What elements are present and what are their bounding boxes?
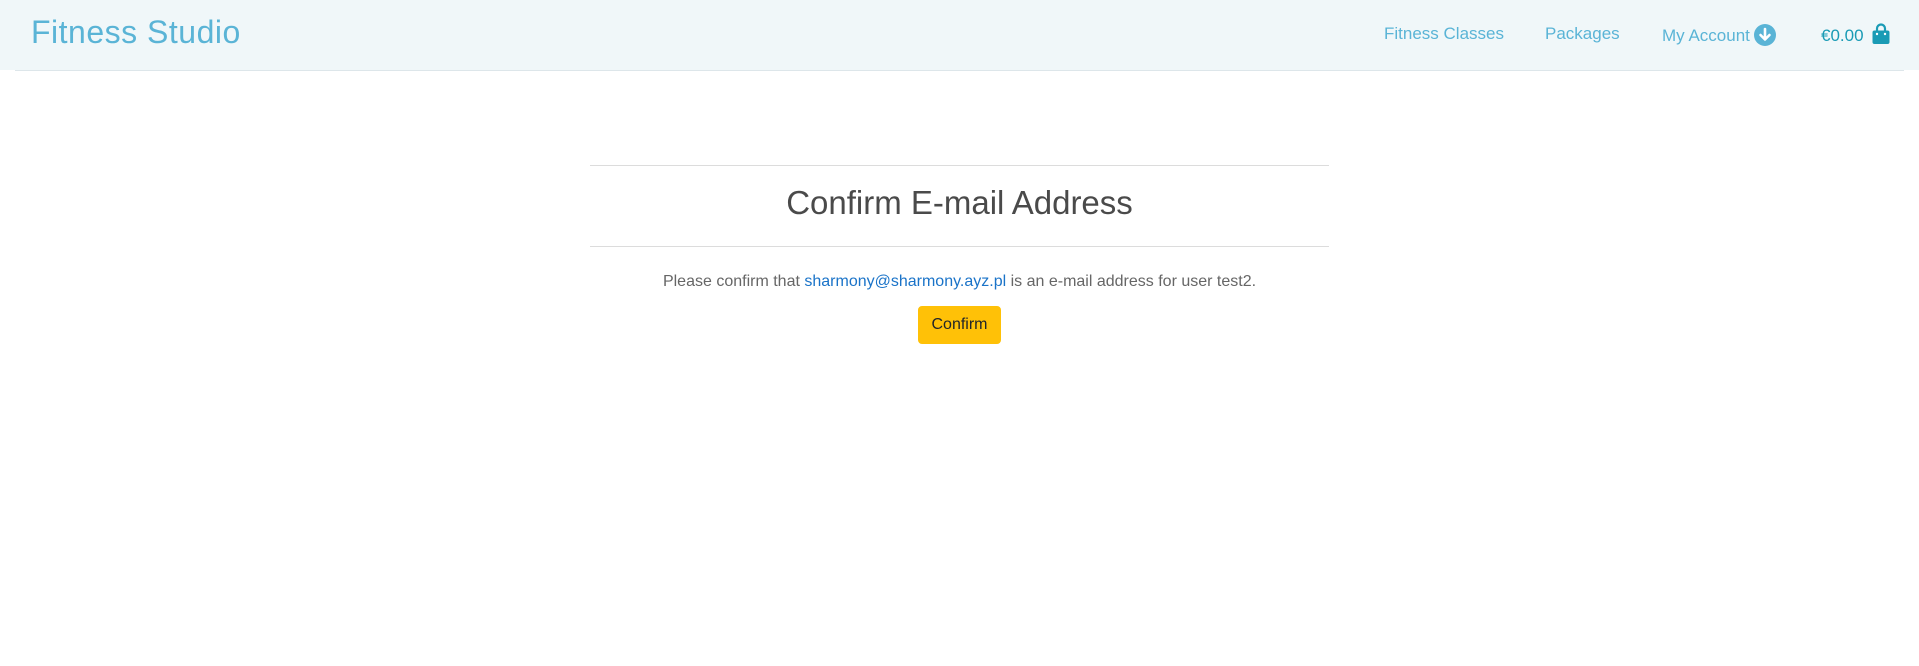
title-bottom-divider [590,246,1329,247]
nav-packages[interactable]: Packages [1545,24,1620,44]
shopping-bag-icon [1871,23,1891,45]
confirm-message: Please confirm that sharmony@sharmony.ay… [590,273,1329,291]
nav-my-account[interactable]: My Account [1662,24,1776,46]
top-navbar: Fitness Studio Fitness Classes Packages … [0,0,1919,70]
navbar-divider [15,70,1904,71]
my-account-label: My Account [1662,26,1750,45]
cart-amount: €0.00 [1821,26,1864,45]
confirm-email-section: Confirm E-mail Address Please confirm th… [590,165,1329,344]
arrow-down-circle-icon [1753,24,1776,46]
confirm-button[interactable]: Confirm [918,306,1001,344]
nav-fitness-classes[interactable]: Fitness Classes [1384,24,1504,44]
confirm-button-wrapper: Confirm [590,306,1329,344]
email-link[interactable]: sharmony@sharmony.ayz.pl [804,273,1006,290]
page-title: Confirm E-mail Address [786,184,1133,221]
message-suffix: is an e-mail address for user test2. [1006,273,1257,290]
brand-logo-link[interactable]: Fitness Studio [31,14,241,51]
cart-button[interactable]: €0.00 [1821,23,1891,46]
message-prefix: Please confirm that [662,273,805,290]
